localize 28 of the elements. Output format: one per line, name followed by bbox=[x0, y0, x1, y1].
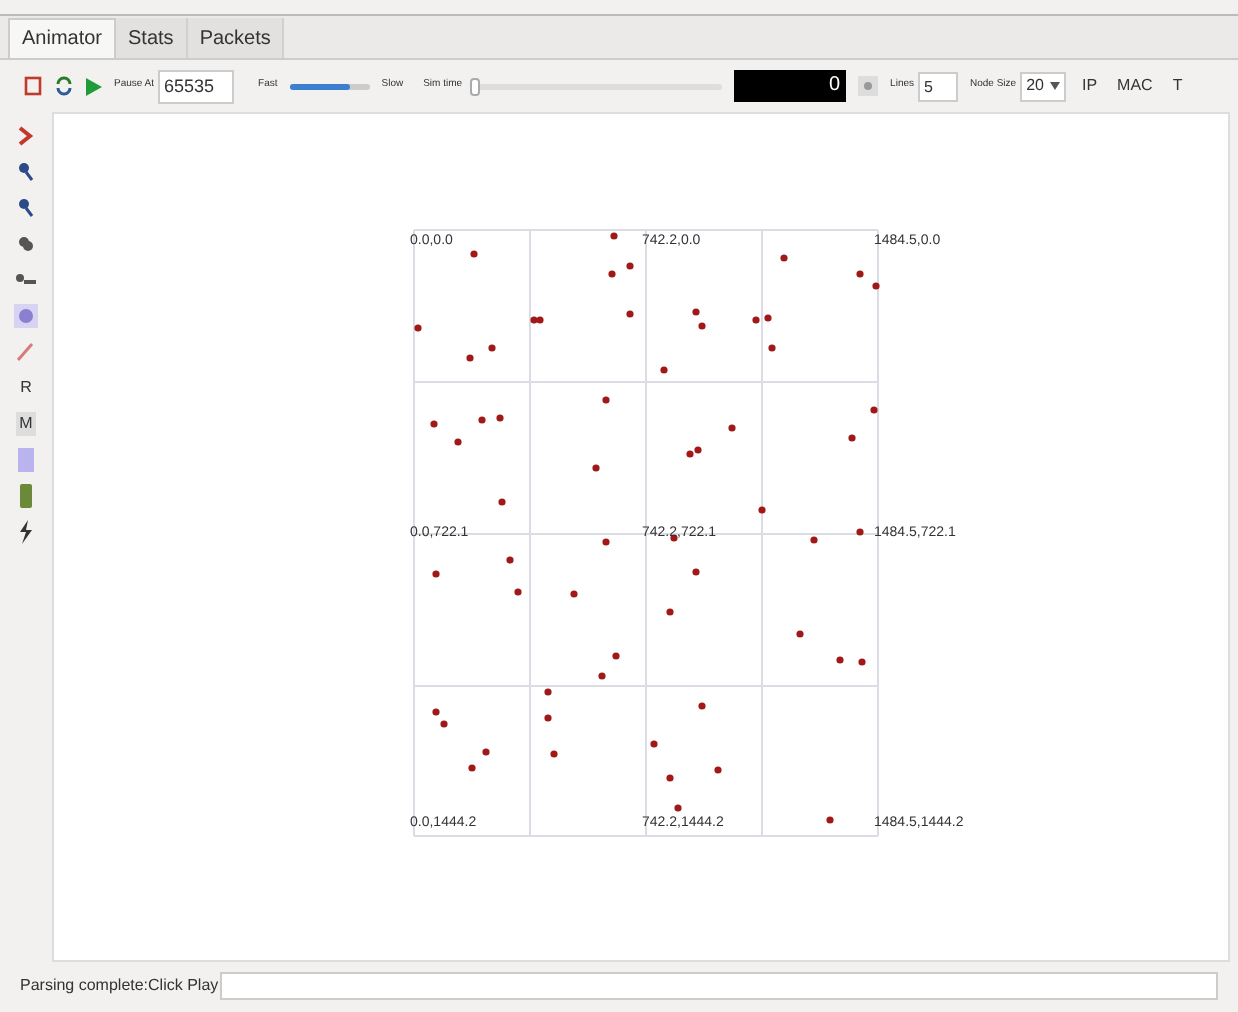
pencil-icon[interactable] bbox=[14, 340, 38, 364]
chevron-icon[interactable] bbox=[14, 124, 38, 148]
speed-slider[interactable] bbox=[289, 83, 370, 89]
toggle-button[interactable]: IP bbox=[1077, 74, 1102, 98]
tool-icon[interactable] bbox=[14, 232, 38, 256]
tool-button[interactable]: R bbox=[20, 376, 32, 400]
status-message: Parsing complete:Click Play bbox=[20, 974, 219, 998]
refresh-icon[interactable] bbox=[54, 76, 74, 96]
caret-icon bbox=[1049, 82, 1060, 90]
tool-button[interactable]: M bbox=[15, 412, 37, 436]
pin-icon[interactable] bbox=[14, 160, 38, 184]
status-field[interactable] bbox=[220, 972, 1218, 1000]
pause-field[interactable]: 65535 bbox=[158, 69, 235, 103]
circle-icon[interactable] bbox=[14, 304, 38, 328]
pin-icon[interactable] bbox=[14, 196, 38, 220]
page-icon[interactable] bbox=[24, 76, 42, 96]
play-icon[interactable] bbox=[86, 77, 102, 95]
node-size-dropdown[interactable]: 20 bbox=[1020, 71, 1066, 101]
toggle-button[interactable]: MAC bbox=[1113, 74, 1157, 98]
tab[interactable]: Packets bbox=[187, 18, 285, 58]
tab[interactable]: Animator bbox=[8, 18, 117, 58]
circle-icon[interactable] bbox=[858, 76, 879, 96]
battery-icon[interactable] bbox=[14, 484, 38, 508]
toggle-button[interactable]: T bbox=[1168, 74, 1187, 98]
tab[interactable]: Stats bbox=[116, 18, 188, 58]
time-display: 0 bbox=[734, 70, 847, 102]
lightning-icon[interactable] bbox=[14, 520, 38, 544]
lines-field[interactable]: 5 bbox=[918, 71, 958, 101]
